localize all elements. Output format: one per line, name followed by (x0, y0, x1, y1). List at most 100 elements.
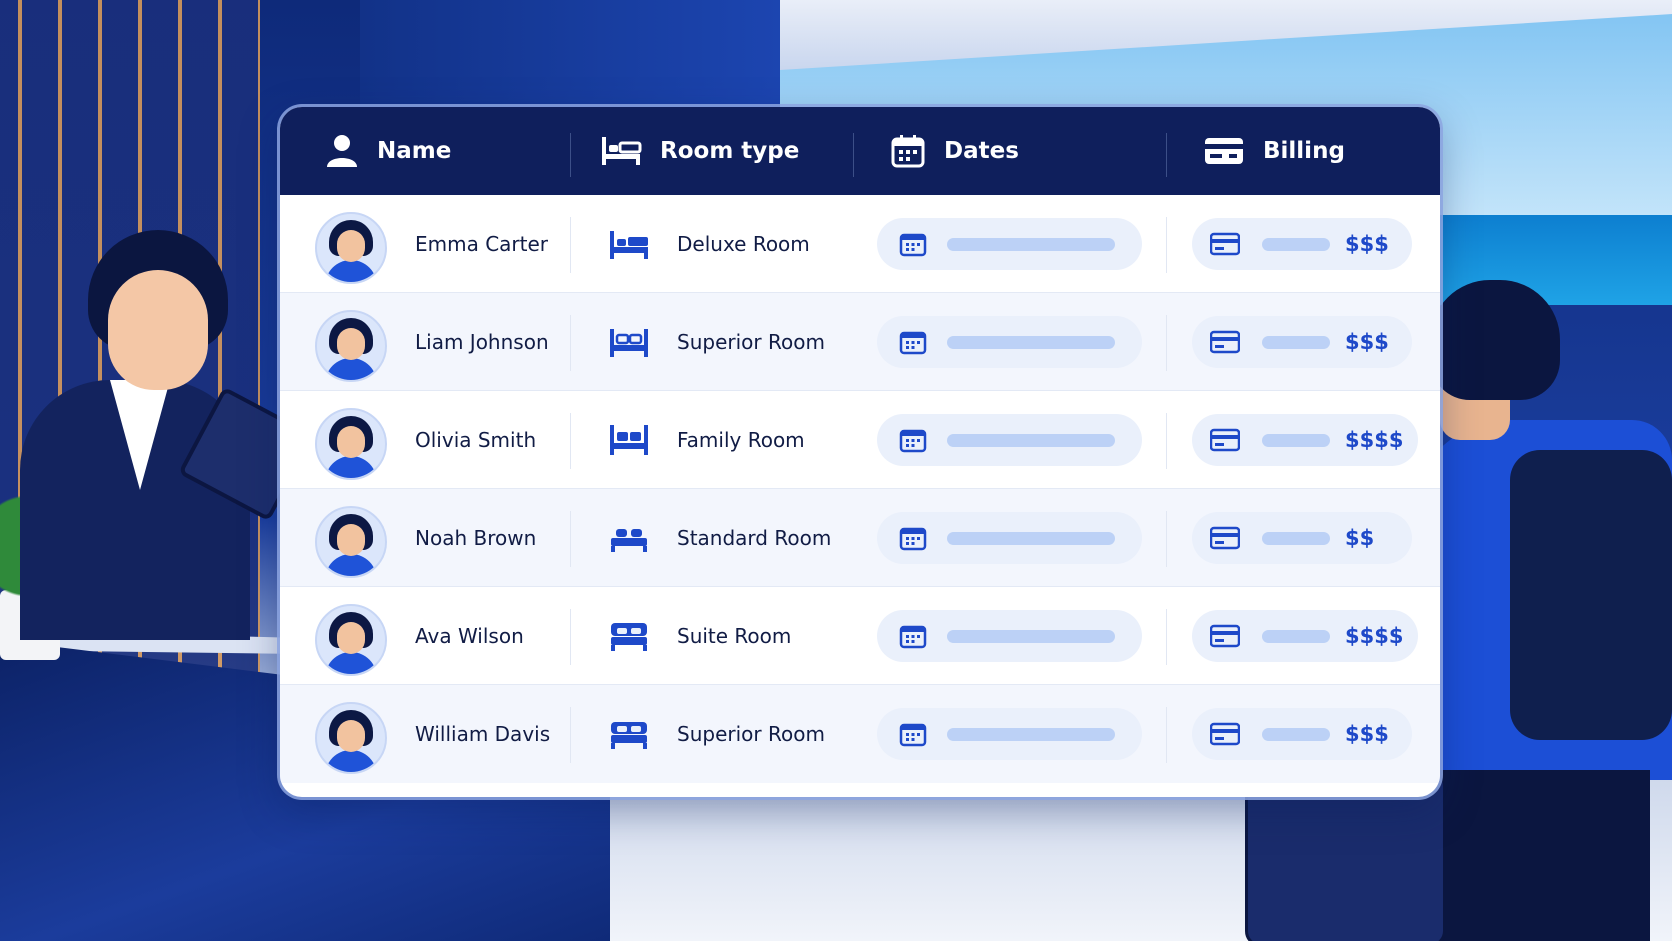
credit-card-icon (1210, 330, 1240, 354)
dates-placeholder-bar (947, 532, 1115, 545)
reservations-table: Name Room type Dates Billing Emma Carter… (280, 107, 1440, 797)
room-type: Standard Room (677, 526, 832, 550)
dates-placeholder-bar (947, 434, 1115, 447)
bed-icon (610, 329, 648, 357)
guest-hair (1430, 280, 1560, 400)
price-tier: $$$$ (1345, 428, 1404, 452)
header-name-label: Name (377, 138, 452, 164)
credit-card-icon (1210, 722, 1240, 746)
header-dates[interactable]: Dates (890, 107, 1019, 195)
header-divider (570, 133, 571, 177)
calendar-icon (899, 331, 927, 355)
receptionist-face (108, 270, 208, 390)
guest-avatar (315, 310, 387, 382)
billing-placeholder-bar (1262, 336, 1330, 349)
calendar-icon (899, 625, 927, 649)
header-room-type[interactable]: Room type (600, 107, 799, 195)
price-tier: $$$ (1345, 330, 1389, 354)
table-row[interactable]: Emma Carter Deluxe Room $$$ (280, 195, 1440, 293)
guest-avatar (315, 604, 387, 676)
billing-field[interactable]: $$$ (1192, 316, 1412, 368)
billing-placeholder-bar (1262, 434, 1330, 447)
billing-field[interactable]: $$$ (1192, 218, 1412, 270)
dates-field[interactable] (877, 218, 1142, 270)
header-divider (1166, 133, 1167, 177)
bed-icon (611, 623, 647, 651)
dates-field[interactable] (877, 512, 1142, 564)
billing-field[interactable]: $$ (1192, 512, 1412, 564)
table-row[interactable]: Olivia Smith Family Room $$$$ (280, 391, 1440, 489)
room-type: Superior Room (677, 330, 825, 354)
guest-name: Liam Johnson (415, 330, 549, 354)
price-tier: $$ (1345, 526, 1375, 550)
billing-placeholder-bar (1262, 532, 1330, 545)
billing-placeholder-bar (1262, 728, 1330, 741)
hotel-lobby-scene: Name Room type Dates Billing Emma Carter… (0, 0, 1672, 941)
credit-card-icon (1210, 232, 1240, 256)
room-type: Family Room (677, 428, 805, 452)
guest-name: Olivia Smith (415, 428, 537, 452)
credit-card-icon (1210, 428, 1240, 452)
table-row[interactable]: William Davis Superior Room $$$ (280, 685, 1440, 783)
bed-icon (611, 722, 647, 749)
table-row[interactable]: Liam Johnson Superior Room $$$ (280, 293, 1440, 391)
billing-field[interactable]: $$$$ (1192, 610, 1418, 662)
column-divider (570, 413, 571, 469)
column-divider (1166, 707, 1167, 763)
room-type: Suite Room (677, 624, 792, 648)
column-divider (1166, 511, 1167, 567)
room-type: Superior Room (677, 722, 825, 746)
dates-field[interactable] (877, 316, 1142, 368)
price-tier: $$$$ (1345, 624, 1404, 648)
header-billing-label: Billing (1263, 138, 1345, 164)
calendar-icon (899, 233, 927, 257)
calendar-icon (891, 135, 925, 168)
dates-field[interactable] (877, 610, 1142, 662)
price-tier: $$$ (1345, 232, 1389, 256)
column-divider (570, 217, 571, 273)
header-divider (853, 133, 854, 177)
calendar-icon (899, 723, 927, 747)
table-row[interactable]: Ava Wilson Suite Room $$$$ (280, 587, 1440, 685)
bed-icon (610, 231, 648, 259)
guest-pants (1430, 770, 1650, 941)
dates-placeholder-bar (947, 336, 1115, 349)
guest-avatar (315, 408, 387, 480)
column-divider (570, 609, 571, 665)
guest-name: Ava Wilson (415, 624, 524, 648)
bed-icon (610, 425, 648, 455)
column-divider (1166, 609, 1167, 665)
calendar-icon (899, 429, 927, 453)
billing-placeholder-bar (1262, 238, 1330, 251)
dates-placeholder-bar (947, 238, 1115, 251)
column-divider (1166, 217, 1167, 273)
billing-field[interactable]: $$$ (1192, 708, 1412, 760)
price-tier: $$$ (1345, 722, 1389, 746)
dates-field[interactable] (877, 414, 1142, 466)
column-divider (570, 707, 571, 763)
receptionist-illustration (20, 230, 315, 640)
header-billing[interactable]: Billing (1203, 107, 1345, 195)
table-row[interactable]: Noah Brown Standard Room $$ (280, 489, 1440, 587)
table-header: Name Room type Dates Billing (280, 107, 1440, 195)
column-divider (570, 511, 571, 567)
backpack (1510, 450, 1672, 740)
credit-card-icon (1210, 624, 1240, 648)
dates-placeholder-bar (947, 630, 1115, 643)
header-room-type-label: Room type (660, 138, 800, 164)
header-name[interactable]: Name (325, 107, 451, 195)
billing-placeholder-bar (1262, 630, 1330, 643)
column-divider (1166, 413, 1167, 469)
calendar-icon (899, 527, 927, 551)
dates-placeholder-bar (947, 728, 1115, 741)
dates-field[interactable] (877, 708, 1142, 760)
guest-avatar (315, 702, 387, 774)
guest-avatar (315, 212, 387, 284)
credit-card-icon (1210, 526, 1240, 550)
guest-illustration (1410, 280, 1672, 941)
header-dates-label: Dates (944, 138, 1019, 164)
bed-icon (611, 529, 647, 552)
guest-name: William Davis (415, 722, 551, 746)
column-divider (570, 315, 571, 371)
billing-field[interactable]: $$$$ (1192, 414, 1418, 466)
